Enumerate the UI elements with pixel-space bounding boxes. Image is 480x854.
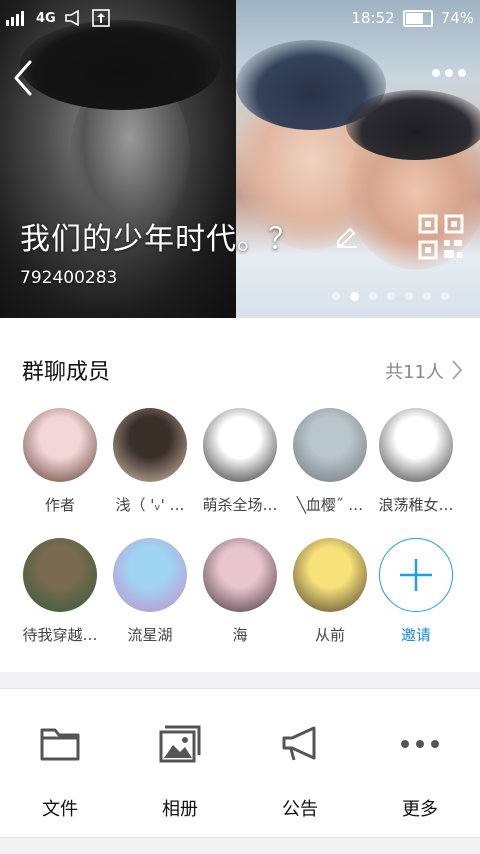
signal-icon: [6, 11, 24, 26]
group-name: 我们的少年时代。？: [20, 222, 299, 257]
header-photo-right: [236, 0, 480, 318]
announcement-button[interactable]: 公告: [240, 723, 360, 821]
members-count[interactable]: 共11人: [385, 358, 444, 384]
megaphone-icon: [282, 726, 316, 761]
avatar: [293, 408, 367, 482]
more-button[interactable]: 更多: [360, 723, 480, 821]
volume-icon: [64, 10, 79, 26]
carousel-dot[interactable]: [441, 292, 449, 300]
member-item[interactable]: 待我穿越…: [14, 538, 106, 645]
member-item[interactable]: 从前: [284, 538, 376, 645]
avatar: [203, 538, 277, 612]
member-name: 浅（ 'ᵥ' …: [115, 496, 185, 514]
carousel-dot[interactable]: [423, 292, 431, 300]
carousel-dot[interactable]: [387, 292, 395, 300]
album-label: 相册: [162, 799, 198, 820]
member-name: 萌杀全场…: [202, 496, 278, 514]
avatar: [379, 408, 453, 482]
qr-code-icon[interactable]: [418, 214, 464, 260]
member-item[interactable]: 流星湖: [104, 538, 196, 645]
more-options-icon[interactable]: [432, 68, 466, 78]
group-header: 4G 18:52 74% 我们的少年时代。？ 792400283: [0, 0, 480, 318]
status-bar: 4G 18:52 74%: [0, 0, 480, 38]
member-name: 从前: [314, 626, 345, 644]
avatar: [113, 538, 187, 612]
battery-icon: [402, 9, 433, 27]
files-button[interactable]: 文件: [0, 723, 120, 821]
member-name: 流星湖: [127, 626, 173, 644]
carousel-indicator: [332, 291, 449, 301]
plus-icon: [379, 538, 453, 612]
folder-icon: [40, 728, 80, 761]
more-label: 更多: [402, 799, 438, 820]
announcement-label: 公告: [282, 799, 318, 820]
clock: 18:52: [351, 9, 395, 27]
member-item[interactable]: 海: [194, 538, 286, 645]
carousel-dot[interactable]: [405, 292, 413, 300]
member-name: ╲血樱˝ …: [296, 496, 364, 514]
carousel-dot[interactable]: [350, 291, 359, 301]
members-section: 群聊成员 共11人 作者 浅（ 'ᵥ' … 萌杀全场… ╲血樱˝ … 浪荡稚女… 待我穿越…: [0, 318, 480, 672]
invite-button[interactable]: 邀请: [370, 538, 462, 645]
album-button[interactable]: 相册: [120, 723, 240, 821]
carousel-dot[interactable]: [332, 292, 340, 300]
upload-icon: [91, 9, 110, 27]
member-item[interactable]: 作者: [14, 408, 106, 515]
edit-pencil-icon[interactable]: [334, 222, 360, 248]
member-name: 待我穿越…: [22, 626, 98, 644]
network-type: 4G: [36, 10, 56, 26]
members-title: 群聊成员: [22, 360, 111, 385]
member-item[interactable]: 萌杀全场…: [194, 408, 286, 515]
group-id: 792400283: [20, 268, 118, 288]
avatar: [293, 538, 367, 612]
back-arrow-icon[interactable]: [10, 58, 36, 98]
invite-label: 邀请: [400, 626, 431, 644]
avatar: [23, 408, 97, 482]
group-actions-bar: 文件 相册 公告 更多: [0, 688, 480, 838]
carousel-dot[interactable]: [369, 292, 377, 300]
battery-level: 74%: [440, 9, 474, 27]
more-icon: [401, 740, 439, 748]
member-item[interactable]: ╲血樱˝ …: [284, 408, 376, 515]
member-name: 浪荡稚女…: [378, 496, 454, 514]
member-name: 海: [232, 626, 248, 644]
avatar: [203, 408, 277, 482]
album-icon: [159, 725, 201, 763]
avatar: [113, 408, 187, 482]
chevron-right-icon[interactable]: [450, 358, 464, 382]
member-item[interactable]: 浅（ 'ᵥ' …: [104, 408, 196, 515]
files-label: 文件: [42, 799, 78, 820]
member-name: 作者: [44, 496, 75, 514]
member-item[interactable]: 浪荡稚女…: [370, 408, 462, 515]
avatar: [23, 538, 97, 612]
